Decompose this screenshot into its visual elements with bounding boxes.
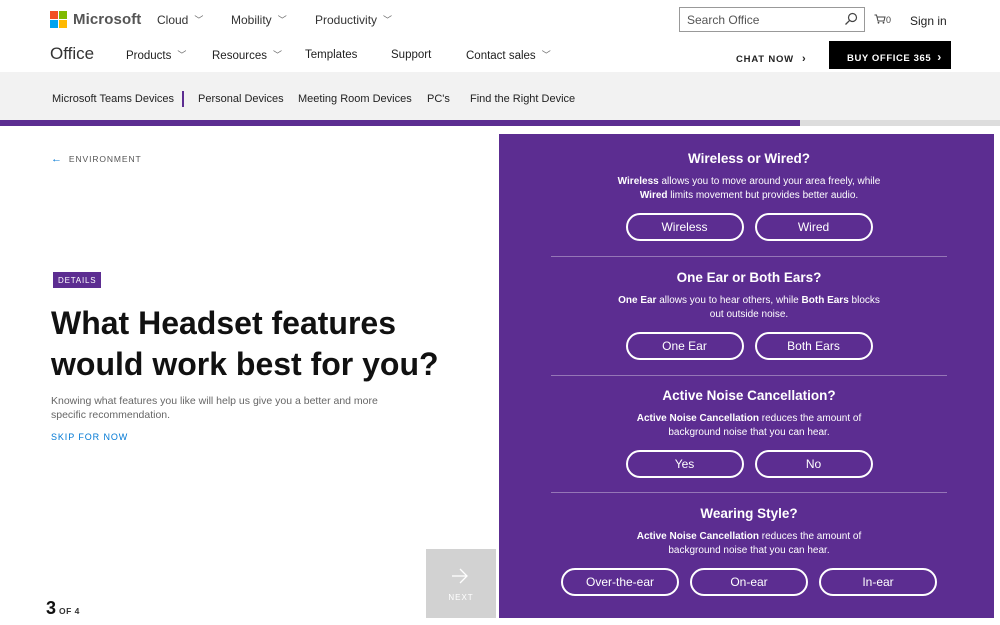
device-subnav: Microsoft Teams Devices Personal Devices… [0,72,1000,120]
chat-now-label: CHAT NOW [736,54,794,65]
question-ears: One Ear or Both Ears? One Ear allows you… [551,270,947,360]
nav-products[interactable]: Products ﹀ [126,49,186,62]
chevron-right-icon: › [801,53,807,65]
chat-now-link[interactable]: CHAT NOW › [736,53,806,65]
nav-mobility-label: Mobility [231,13,272,27]
sign-in-link[interactable]: Sign in [910,14,947,28]
question-description: One Ear allows you to hear others, while… [618,295,880,320]
search-placeholder: Search Office [687,13,760,27]
subnav-meeting-room-devices[interactable]: Meeting Room Devices [298,93,412,105]
question-noise-cancellation: Active Noise Cancellation? Active Noise … [551,388,947,478]
nav-resources[interactable]: Resources ﹀ [212,49,282,62]
skip-link[interactable]: SKIP FOR NOW [51,432,128,442]
option-wireless[interactable]: Wireless [625,213,744,241]
question-description: Wireless allows you to move around your … [617,176,881,201]
nav-support[interactable]: Support [391,49,431,61]
option-one-ear[interactable]: One Ear [625,332,744,360]
question-wearing-style: Wearing Style? Active Noise Cancellation… [551,506,947,596]
chevron-down-icon: ﹀ [277,15,287,25]
question-description: Active Noise Cancellation reduces the am… [636,531,862,556]
option-group: Over-the-ear On-ear In-ear [551,568,947,596]
back-link[interactable]: ← ENVIRONMENT [51,153,142,165]
nav-products-label: Products [126,50,172,62]
question-title: Wearing Style? [700,506,798,521]
page-description: Knowing what features you like will help… [51,395,378,421]
question-title: Wireless or Wired? [687,151,811,166]
arrow-right-icon [452,568,468,584]
step-current: 3 [46,598,57,618]
question-title: One Ear or Both Ears? [676,270,822,285]
buy-office-label: BUY OFFICE 365 [847,53,932,64]
divider [551,375,947,376]
option-on-ear[interactable]: On-ear [690,568,808,596]
details-badge: DETAILS [53,272,102,288]
cart-button[interactable]: 0 [874,14,891,25]
step-total: OF 4 [59,606,80,616]
subnav-pcs[interactable]: PC's [427,93,450,105]
next-button[interactable]: NEXT [426,549,496,618]
option-wired[interactable]: Wired [754,213,873,241]
divider [551,256,947,257]
nav-contact-sales[interactable]: Contact sales ﹀ [466,49,551,62]
microsoft-logo[interactable]: Microsoft [50,11,141,28]
microsoft-logo-icon [50,11,67,28]
question-description: Active Noise Cancellation reduces the am… [636,413,862,438]
back-label: ENVIRONMENT [68,154,142,164]
option-in-ear[interactable]: In-ear [819,568,937,596]
divider [551,492,947,493]
microsoft-wordmark: Microsoft [73,11,142,28]
option-both-ears[interactable]: Both Ears [754,332,873,360]
subnav-personal-devices[interactable]: Personal Devices [198,93,284,105]
cart-count: 0 [886,15,892,25]
chevron-right-icon: › [937,50,942,64]
search-input[interactable]: Search Office [679,7,865,32]
top-bar: Microsoft Cloud ﹀ Mobility ﹀ Productivity ﹀… [0,0,1000,40]
step-indicator: 3 OF 4 [46,598,80,619]
nav-cloud[interactable]: Cloud ﹀ [157,13,203,27]
nav-cloud-label: Cloud [157,13,189,27]
subnav-divider [182,91,184,107]
option-group: Yes No [551,450,947,478]
option-group: One Ear Both Ears [551,332,947,360]
chevron-down-icon: ﹀ [177,50,187,60]
buy-office-button[interactable]: BUY OFFICE 365 › [829,41,951,69]
nav-contact-sales-label: Contact sales [466,50,536,62]
office-nav-bar: Office Products ﹀ Resources ﹀ Templates Su… [0,40,1000,72]
nav-productivity-label: Productivity [315,13,378,27]
next-label: NEXT [448,593,474,602]
page-title: What Headset features would work best fo… [51,305,439,382]
subnav-teams-devices[interactable]: Microsoft Teams Devices [52,93,174,105]
office-title[interactable]: Office [50,44,94,64]
chevron-down-icon: ﹀ [272,50,282,60]
cart-icon [874,14,886,24]
nav-templates[interactable]: Templates [305,49,357,61]
nav-mobility[interactable]: Mobility ﹀ [231,13,287,27]
progress-fill [0,120,800,126]
option-no[interactable]: No [754,450,873,478]
question-title: Active Noise Cancellation? [662,388,836,403]
chevron-down-icon: ﹀ [194,15,204,25]
subnav-find-device[interactable]: Find the Right Device [470,93,575,105]
question-wireless: Wireless or Wired? Wireless allows you t… [551,151,947,241]
search-icon[interactable] [844,12,858,26]
chevron-down-icon: ﹀ [383,15,393,25]
question-panel: Wireless or Wired? Wireless allows you t… [499,134,994,618]
arrow-left-icon: ← [51,153,63,165]
option-group: Wireless Wired [551,213,947,241]
nav-resources-label: Resources [212,50,267,62]
option-over-the-ear[interactable]: Over-the-ear [561,568,679,596]
option-yes[interactable]: Yes [625,450,744,478]
nav-productivity[interactable]: Productivity ﹀ [315,13,392,27]
chevron-down-icon: ﹀ [541,50,551,60]
progress-bar [0,120,1000,126]
